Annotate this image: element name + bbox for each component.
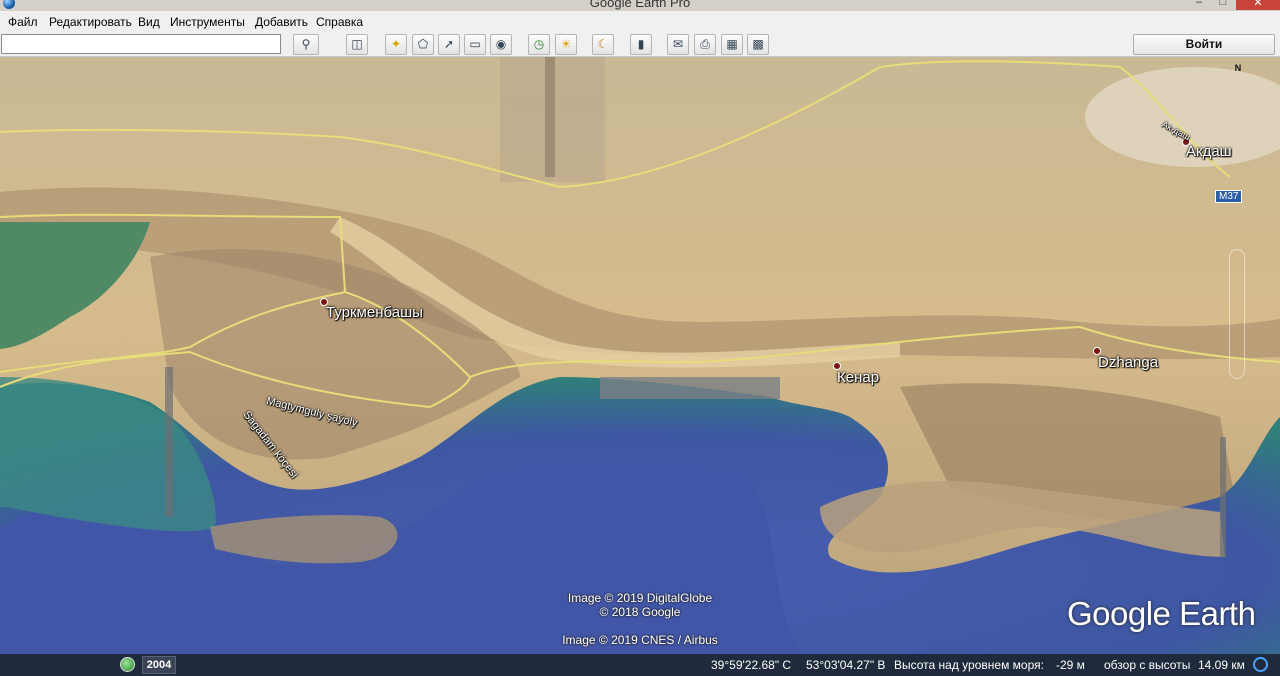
eye-altitude-label: обзор с высоты: [1104, 658, 1191, 672]
google-earth-logo: Google Earth: [1067, 595, 1256, 632]
title-bar: Google Earth Pro – □ ✕: [0, 0, 1280, 11]
add-placemark-button[interactable]: ✦: [385, 34, 407, 55]
menu-bar: Файл Редактировать Вид Инструменты Добав…: [0, 11, 1280, 32]
sunlight-button[interactable]: ☀: [555, 34, 577, 55]
view-in-maps-button[interactable]: ▩: [747, 34, 769, 55]
record-tour-icon: ◉: [495, 37, 507, 51]
sign-in-button[interactable]: Войти: [1133, 34, 1275, 55]
road-shield-m37: M37: [1215, 190, 1243, 203]
place-label-turkmenbashi[interactable]: Туркменбашы: [326, 304, 423, 321]
close-button[interactable]: ✕: [1236, 0, 1280, 10]
view-in-maps-icon: ▩: [752, 37, 764, 51]
polygon-icon: ⬠: [417, 37, 429, 51]
credit-cnes: Image © 2019 CNES / Airbus: [562, 633, 718, 647]
place-label-dzhanga[interactable]: Dzhanga: [1098, 354, 1158, 371]
ruler-button[interactable]: ▮: [630, 34, 652, 55]
eye-altitude-value: 14.09 км: [1198, 658, 1245, 672]
ruler-icon: ▮: [637, 37, 645, 51]
print-button[interactable]: ⎙: [694, 34, 716, 55]
compass-north-icon[interactable]: N: [1230, 63, 1246, 77]
path-icon: ➚: [443, 37, 455, 51]
menu-file[interactable]: Файл: [8, 15, 38, 29]
elevation-value: -29 м: [1056, 658, 1085, 672]
elevation-label: Высота над уровнем моря:: [894, 658, 1044, 672]
search-icon: ⚲: [301, 37, 311, 51]
image-overlay-icon: ▭: [469, 37, 481, 51]
zoom-slider[interactable]: [1229, 249, 1245, 379]
placemark-icon: ✦: [390, 37, 402, 51]
imagery-year-badge: 2004: [142, 656, 176, 674]
save-image-icon: ▦: [726, 37, 738, 51]
menu-view[interactable]: Вид: [138, 15, 160, 29]
earth-view[interactable]: Туркменбашы Кенар Dzhanga Акдаш Magtymgu…: [0, 57, 1280, 654]
longitude-readout: 53°03'04.27" В: [806, 658, 886, 672]
menu-add[interactable]: Добавить: [255, 15, 308, 29]
sidebar-icon: ◫: [351, 37, 363, 51]
minimize-button[interactable]: –: [1188, 0, 1210, 10]
sunlight-icon: ☀: [560, 37, 572, 51]
email-button[interactable]: ✉: [667, 34, 689, 55]
latitude-readout: 39°59'22.68" С: [711, 658, 792, 672]
satellite-imagery: [0, 57, 1280, 654]
sidebar-toggle-button[interactable]: ◫: [346, 34, 368, 55]
historical-imagery-icon[interactable]: [120, 657, 135, 672]
streaming-status-icon: [1253, 657, 1268, 672]
status-bar: 2004 39°59'22.68" С 53°03'04.27" В Высот…: [0, 654, 1280, 676]
planets-icon: ☾: [597, 37, 609, 51]
menu-tools[interactable]: Инструменты: [170, 15, 245, 29]
print-icon: ⎙: [700, 37, 710, 51]
credit-digitalglobe: Image © 2019 DigitalGlobe: [567, 591, 713, 605]
historical-imagery-icon: ◷: [533, 37, 545, 51]
historical-imagery-button[interactable]: ◷: [528, 34, 550, 55]
credit-google: © 2018 Google: [599, 605, 681, 619]
record-tour-button[interactable]: ◉: [490, 34, 512, 55]
save-image-button[interactable]: ▦: [721, 34, 743, 55]
add-polygon-button[interactable]: ⬠: [412, 34, 434, 55]
email-icon: ✉: [672, 37, 684, 51]
toolbar: ⚲ ◫ ✦ ⬠ ➚ ▭ ◉ ◷ ☀ ☾ ▮ ✉ ⎙ ▦ ▩ Войти: [0, 32, 1280, 57]
search-input[interactable]: [1, 34, 281, 54]
menu-edit[interactable]: Редактировать: [49, 15, 132, 29]
add-path-button[interactable]: ➚: [438, 34, 460, 55]
menu-help[interactable]: Справка: [316, 15, 363, 29]
search-button[interactable]: ⚲: [293, 34, 319, 55]
maximize-button[interactable]: □: [1212, 0, 1234, 10]
window-title: Google Earth Pro: [589, 0, 691, 10]
switch-planet-button[interactable]: ☾: [592, 34, 614, 55]
place-label-akdash[interactable]: Акдаш: [1186, 143, 1232, 160]
add-image-overlay-button[interactable]: ▭: [464, 34, 486, 55]
place-label-kenar[interactable]: Кенар: [837, 369, 879, 386]
